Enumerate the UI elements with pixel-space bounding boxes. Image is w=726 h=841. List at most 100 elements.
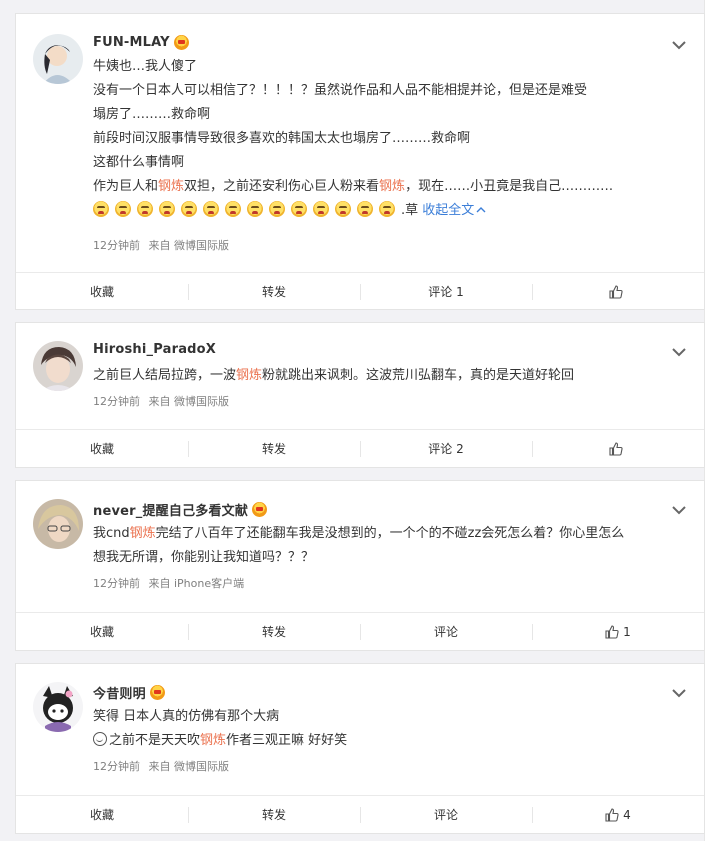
repost-button[interactable]: 转发 bbox=[188, 273, 360, 310]
comment-line: 想我无所谓，你能别让我知道吗？？？ bbox=[93, 550, 315, 565]
avatar-image-fun-mlay bbox=[33, 34, 83, 84]
like-button[interactable]: 1 bbox=[532, 613, 704, 650]
highlight-keyword[interactable]: 钢炼 bbox=[379, 179, 405, 194]
vip-badge-icon bbox=[173, 35, 189, 50]
comment-meta: 12分钟前 来自 iPhone客户端 bbox=[93, 575, 244, 591]
username[interactable]: FUN-MLAY bbox=[93, 35, 189, 50]
comment-line: 之前不是天天吹钢炼作者三观正嘛 好好笑 bbox=[93, 729, 664, 753]
comment-button[interactable]: 评论 bbox=[360, 613, 532, 650]
source-client: 来自 微博国际版 bbox=[148, 395, 230, 408]
action-bar: 收藏 转发 评论 1 bbox=[16, 612, 704, 650]
avatar[interactable] bbox=[33, 499, 83, 549]
chevron-down-icon[interactable] bbox=[672, 347, 686, 357]
timestamp[interactable]: 12分钟前 bbox=[93, 395, 140, 408]
crying-face-emoji-icon bbox=[357, 201, 373, 217]
source-client: 来自 微博国际版 bbox=[148, 239, 230, 252]
vip-badge-icon bbox=[252, 502, 268, 517]
thumbs-up-icon bbox=[609, 284, 623, 299]
crying-face-emoji-icon bbox=[313, 201, 329, 217]
repost-button[interactable]: 转发 bbox=[188, 796, 360, 833]
username-text[interactable]: Hiroshi_ParadoX bbox=[93, 342, 216, 357]
favorite-button[interactable]: 收藏 bbox=[16, 796, 188, 833]
comment-line: 没有一个日本人可以相信了？！！！？虽然说作品和人品不能相提并论，但是还是难受 bbox=[93, 83, 588, 98]
action-bar: 收藏 转发 评论 2 bbox=[16, 429, 704, 467]
username[interactable]: never_提醒自己多看文献 bbox=[93, 500, 268, 519]
thumbs-up-icon bbox=[605, 807, 619, 822]
source-client: 来自 iPhone客户端 bbox=[148, 577, 245, 590]
avatar[interactable] bbox=[33, 682, 83, 732]
comment-button[interactable]: 评论 1 bbox=[360, 273, 532, 310]
avatar-image-kuromi bbox=[33, 682, 83, 732]
favorite-button[interactable]: 收藏 bbox=[16, 430, 188, 467]
comment-text: 之前巨人结局拉跨，一波钢炼粉就跳出来讽刺。这波荒川弘翻车，真的是天道好轮回 bbox=[93, 364, 664, 388]
avatar[interactable] bbox=[33, 341, 83, 391]
highlight-keyword[interactable]: 钢炼 bbox=[130, 526, 156, 541]
favorite-button[interactable]: 收藏 bbox=[16, 613, 188, 650]
chevron-down-icon[interactable] bbox=[672, 40, 686, 50]
crying-face-emoji-icon bbox=[159, 201, 175, 217]
emoji-tail-text: .草 bbox=[401, 203, 423, 218]
username-text[interactable]: FUN-MLAY bbox=[93, 35, 170, 50]
crying-face-emoji-icon bbox=[181, 201, 197, 217]
crying-face-emoji-icon bbox=[137, 201, 153, 217]
chevron-down-icon[interactable] bbox=[672, 505, 686, 515]
like-count: 4 bbox=[623, 807, 631, 822]
collapse-full-text-link[interactable]: 收起全文 bbox=[422, 203, 474, 218]
comment-text: 我cnd钢炼完结了八百年了还能翻车我是没想到的，一个个的不碰zz会死怎么着？你心… bbox=[93, 522, 664, 570]
timestamp[interactable]: 12分钟前 bbox=[93, 239, 140, 252]
comment-line: 我cnd钢炼完结了八百年了还能翻车我是没想到的，一个个的不碰zz会死怎么着？你心… bbox=[93, 526, 625, 541]
avatar-image-hiroshi bbox=[33, 341, 83, 391]
source-client: 来自 微博国际版 bbox=[148, 760, 230, 773]
comment-line: 作为巨人和钢炼双担，之前还安利伤心巨人粉来看钢炼，现在……小丑竟是我自己………… bbox=[93, 179, 614, 194]
comment-line: 笑得 日本人真的仿佛有那个大病 bbox=[93, 709, 280, 724]
comment-button[interactable]: 评论 bbox=[360, 796, 532, 833]
vip-badge-icon bbox=[149, 685, 165, 700]
highlight-keyword[interactable]: 钢炼 bbox=[200, 733, 226, 748]
crying-face-emoji-icon bbox=[291, 201, 307, 217]
favorite-button[interactable]: 收藏 bbox=[16, 273, 188, 310]
right-scroll-strip bbox=[704, 0, 726, 841]
username[interactable]: Hiroshi_ParadoX bbox=[93, 342, 216, 357]
crying-face-emoji-icon bbox=[115, 201, 131, 217]
repost-button[interactable]: 转发 bbox=[188, 430, 360, 467]
highlight-keyword[interactable]: 钢炼 bbox=[236, 368, 262, 383]
username[interactable]: 今昔则明 bbox=[93, 683, 165, 702]
action-bar: 收藏 转发 评论 4 bbox=[16, 795, 704, 833]
chevron-down-icon[interactable] bbox=[672, 688, 686, 698]
comment-meta: 12分钟前 来自 微博国际版 bbox=[93, 237, 229, 253]
comment-line: 塌房了………救命啊 bbox=[93, 107, 211, 122]
comment-line: 这都什么事情啊 bbox=[93, 155, 185, 170]
repost-button[interactable]: 转发 bbox=[188, 613, 360, 650]
avatar-image-never bbox=[33, 499, 83, 549]
username-text[interactable]: 今昔则明 bbox=[93, 683, 146, 702]
crying-face-emoji-icon bbox=[203, 201, 219, 217]
comment-text: 笑得 日本人真的仿佛有那个大病 之前不是天天吹钢炼作者三观正嘛 好好笑 bbox=[93, 705, 664, 753]
thumbs-up-icon bbox=[605, 624, 619, 639]
emoji-line: .草 收起全文 bbox=[93, 199, 664, 223]
chevron-up-icon[interactable] bbox=[476, 206, 486, 214]
crying-face-emoji-icon bbox=[93, 201, 109, 217]
comment-card-1: FUN-MLAY 牛姨也…我人傻了 没有一个日本人可以相信了？！！！？虽然说作品… bbox=[15, 13, 705, 310]
crying-face-emoji-icon bbox=[269, 201, 285, 217]
timestamp[interactable]: 12分钟前 bbox=[93, 577, 140, 590]
highlight-keyword[interactable]: 钢炼 bbox=[158, 179, 184, 194]
comment-card-4: 今昔则明 笑得 日本人真的仿佛有那个大病 之前不是天天吹钢炼作者三观正嘛 好好笑… bbox=[15, 663, 705, 834]
comment-line: 前段时间汉服事情导致很多喜欢的韩国太太也塌房了………救命啊 bbox=[93, 131, 471, 146]
action-bar: 收藏 转发 评论 1 bbox=[16, 272, 704, 310]
comment-card-3: never_提醒自己多看文献 我cnd钢炼完结了八百年了还能翻车我是没想到的，一… bbox=[15, 480, 705, 651]
comment-card-2: Hiroshi_ParadoX 之前巨人结局拉跨，一波钢炼粉就跳出来讽刺。这波荒… bbox=[15, 322, 705, 468]
crying-face-emoji-icon bbox=[225, 201, 241, 217]
username-text[interactable]: never_提醒自己多看文献 bbox=[93, 500, 248, 519]
comment-text: 牛姨也…我人傻了 没有一个日本人可以相信了？！！！？虽然说作品和人品不能相提并论… bbox=[93, 55, 664, 223]
avatar[interactable] bbox=[33, 34, 83, 84]
comment-meta: 12分钟前 来自 微博国际版 bbox=[93, 393, 229, 409]
like-button[interactable] bbox=[532, 430, 704, 467]
like-button[interactable]: 4 bbox=[532, 796, 704, 833]
crying-face-emoji-icon bbox=[379, 201, 395, 217]
timestamp[interactable]: 12分钟前 bbox=[93, 760, 140, 773]
comment-line: 之前巨人结局拉跨，一波钢炼粉就跳出来讽刺。这波荒川弘翻车，真的是天道好轮回 bbox=[93, 368, 575, 383]
crying-face-emoji-icon bbox=[247, 201, 263, 217]
smile-emoji-icon bbox=[93, 732, 107, 746]
like-button[interactable] bbox=[532, 273, 704, 310]
comment-button[interactable]: 评论 2 bbox=[360, 430, 532, 467]
